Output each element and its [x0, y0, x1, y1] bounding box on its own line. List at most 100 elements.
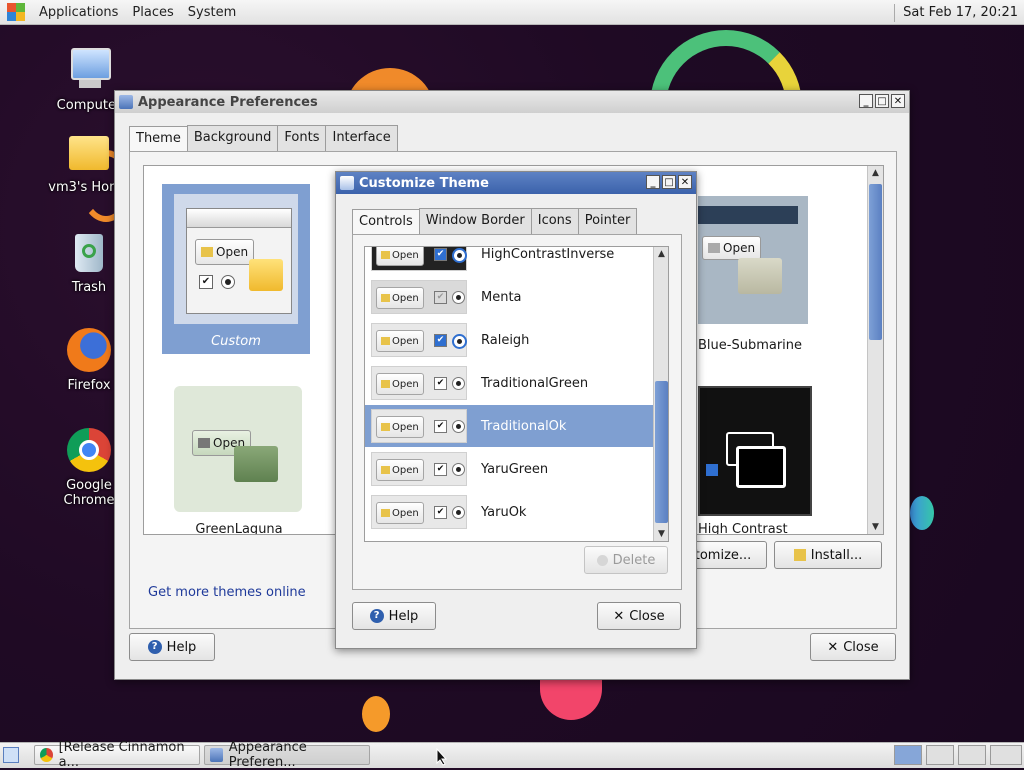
- control-preview: Open ✔: [371, 495, 467, 529]
- workspace-3[interactable]: [958, 745, 986, 765]
- scroll-up-icon[interactable]: ▲: [654, 247, 668, 261]
- tab-window-border[interactable]: Window Border: [418, 208, 532, 234]
- theme-list-item[interactable]: Open ✔ YaruGreen: [365, 448, 653, 490]
- theme-card-blue-submarine[interactable]: Open Blue-Submarine: [698, 196, 818, 356]
- appearance-titlebar[interactable]: Appearance Preferences _ □ ✕: [115, 91, 909, 113]
- minimize-button[interactable]: _: [646, 175, 660, 189]
- help-button[interactable]: ? Help: [129, 633, 215, 661]
- theme-list-item[interactable]: Open ✔ TraditionalGreen: [365, 362, 653, 404]
- customize-tabs: Controls Window Border Icons Pointer: [352, 208, 638, 235]
- home-folder-icon: [65, 128, 113, 176]
- close-window-button[interactable]: ✕: [891, 94, 905, 108]
- theme-list-item[interactable]: Open ✔ Raleigh: [365, 319, 653, 361]
- task-chrome[interactable]: [Release Cinnamon a...: [34, 740, 200, 770]
- check-icon: ✔: [199, 275, 213, 289]
- theme-gallery-scrollbar[interactable]: ▲ ▼: [867, 166, 883, 534]
- theme-name: High Contrast Inverse: [698, 522, 788, 535]
- workspace-1[interactable]: [894, 745, 922, 765]
- help-button[interactable]: ? Help: [352, 602, 436, 630]
- help-icon: ?: [147, 640, 162, 654]
- install-button[interactable]: Install...: [774, 541, 882, 569]
- clock[interactable]: Sat Feb 17, 20:21: [888, 0, 1024, 25]
- top-panel: Applications Places System Sat Feb 17, 2…: [0, 0, 1024, 25]
- tab-controls[interactable]: Controls: [352, 209, 420, 235]
- check-icon: ✔: [434, 420, 447, 433]
- check-icon: ✔: [434, 334, 447, 347]
- workspace-2[interactable]: [926, 745, 954, 765]
- theme-list-item-label: Menta: [481, 289, 522, 305]
- folder-icon: [249, 259, 283, 291]
- menu-places[interactable]: Places: [125, 5, 180, 20]
- control-preview: Open ✔: [371, 247, 467, 271]
- tab-fonts[interactable]: Fonts: [277, 125, 327, 151]
- scroll-up-icon[interactable]: ▲: [868, 166, 883, 180]
- mouse-pointer-icon: [436, 748, 448, 766]
- radio-icon: [221, 275, 235, 289]
- theme-list-item-label: Raleigh: [481, 332, 530, 348]
- folder-open-icon: [381, 423, 390, 431]
- theme-preview: Open ✔: [186, 208, 292, 314]
- maximize-button[interactable]: □: [875, 94, 889, 108]
- preview-open-button: Open: [376, 373, 424, 395]
- maximize-button[interactable]: □: [662, 175, 676, 189]
- tab-icons[interactable]: Icons: [530, 208, 579, 234]
- menu-applications[interactable]: Applications: [32, 5, 125, 20]
- preview-open-button: Open: [376, 502, 424, 524]
- wallpaper-shape: [362, 696, 390, 732]
- delete-icon: [596, 554, 608, 566]
- chrome-icon: [40, 748, 53, 762]
- help-icon: ?: [369, 609, 384, 623]
- close-button[interactable]: ✕ Close: [810, 633, 896, 661]
- theme-card-custom[interactable]: Open ✔ Custom: [162, 184, 310, 354]
- preview-open-button: Open: [376, 459, 424, 481]
- preview-open-button: Open: [376, 247, 424, 266]
- show-desktop-icon[interactable]: [3, 747, 19, 763]
- close-button[interactable]: ✕ Close: [597, 602, 681, 630]
- close-icon: ✕: [827, 639, 839, 655]
- check-icon: ✔: [434, 463, 447, 476]
- theme-list-item-label: YaruGreen: [481, 461, 549, 477]
- wallpaper-shape: [910, 496, 934, 530]
- main-menu-icon[interactable]: [6, 2, 26, 22]
- trash-icon: [65, 228, 113, 276]
- theme-card-high-contrast-inverse[interactable]: High Contrast Inverse: [698, 386, 818, 535]
- radio-icon: [452, 463, 465, 476]
- radio-icon: [452, 506, 465, 519]
- scroll-thumb[interactable]: [655, 381, 668, 523]
- workspace-4[interactable]: [990, 745, 1022, 765]
- scroll-down-icon[interactable]: ▼: [654, 527, 668, 541]
- minimize-button[interactable]: _: [859, 94, 873, 108]
- theme-card-greenlaguna[interactable]: Open GreenLaguna: [174, 386, 304, 534]
- close-window-button[interactable]: ✕: [678, 175, 692, 189]
- preview-open-button: Open: [195, 239, 255, 265]
- more-themes-link[interactable]: Get more themes online: [148, 585, 306, 600]
- install-icon: [793, 549, 806, 561]
- folder-open-icon: [381, 251, 390, 259]
- scroll-thumb[interactable]: [869, 184, 882, 340]
- tab-background[interactable]: Background: [186, 125, 279, 151]
- appearance-icon: [340, 176, 354, 190]
- theme-list-item-label: YaruOk: [481, 504, 527, 520]
- delete-button[interactable]: Delete: [584, 546, 668, 574]
- theme-list-item[interactable]: Open ✔ YaruOk: [365, 491, 653, 533]
- theme-list-item[interactable]: Open ✔ TraditionalOk: [365, 405, 653, 447]
- controls-list-scrollbar[interactable]: ▲ ▼: [653, 247, 668, 541]
- folder-open-icon: [381, 380, 390, 388]
- theme-name: Blue-Submarine: [698, 338, 803, 353]
- tab-interface[interactable]: Interface: [325, 125, 398, 151]
- preview-open-button: Open: [376, 416, 424, 438]
- preview-open-button: Open: [376, 287, 424, 309]
- customize-titlebar[interactable]: Customize Theme _ □ ✕: [336, 172, 696, 194]
- scroll-down-icon[interactable]: ▼: [868, 520, 883, 534]
- menu-system[interactable]: System: [181, 5, 243, 20]
- theme-list-item[interactable]: Open ✔ HighContrastInverse: [365, 247, 653, 275]
- check-icon: ✔: [434, 248, 447, 261]
- radio-icon: [452, 377, 465, 390]
- theme-list-item[interactable]: Open ✔ Menta: [365, 276, 653, 318]
- control-preview: Open ✔: [371, 280, 467, 314]
- check-icon: ✔: [434, 291, 447, 304]
- tab-theme[interactable]: Theme: [129, 126, 188, 152]
- theme-name: Custom: [211, 334, 261, 349]
- tab-pointer[interactable]: Pointer: [577, 208, 638, 234]
- task-appearance[interactable]: Appearance Preferen...: [204, 740, 370, 770]
